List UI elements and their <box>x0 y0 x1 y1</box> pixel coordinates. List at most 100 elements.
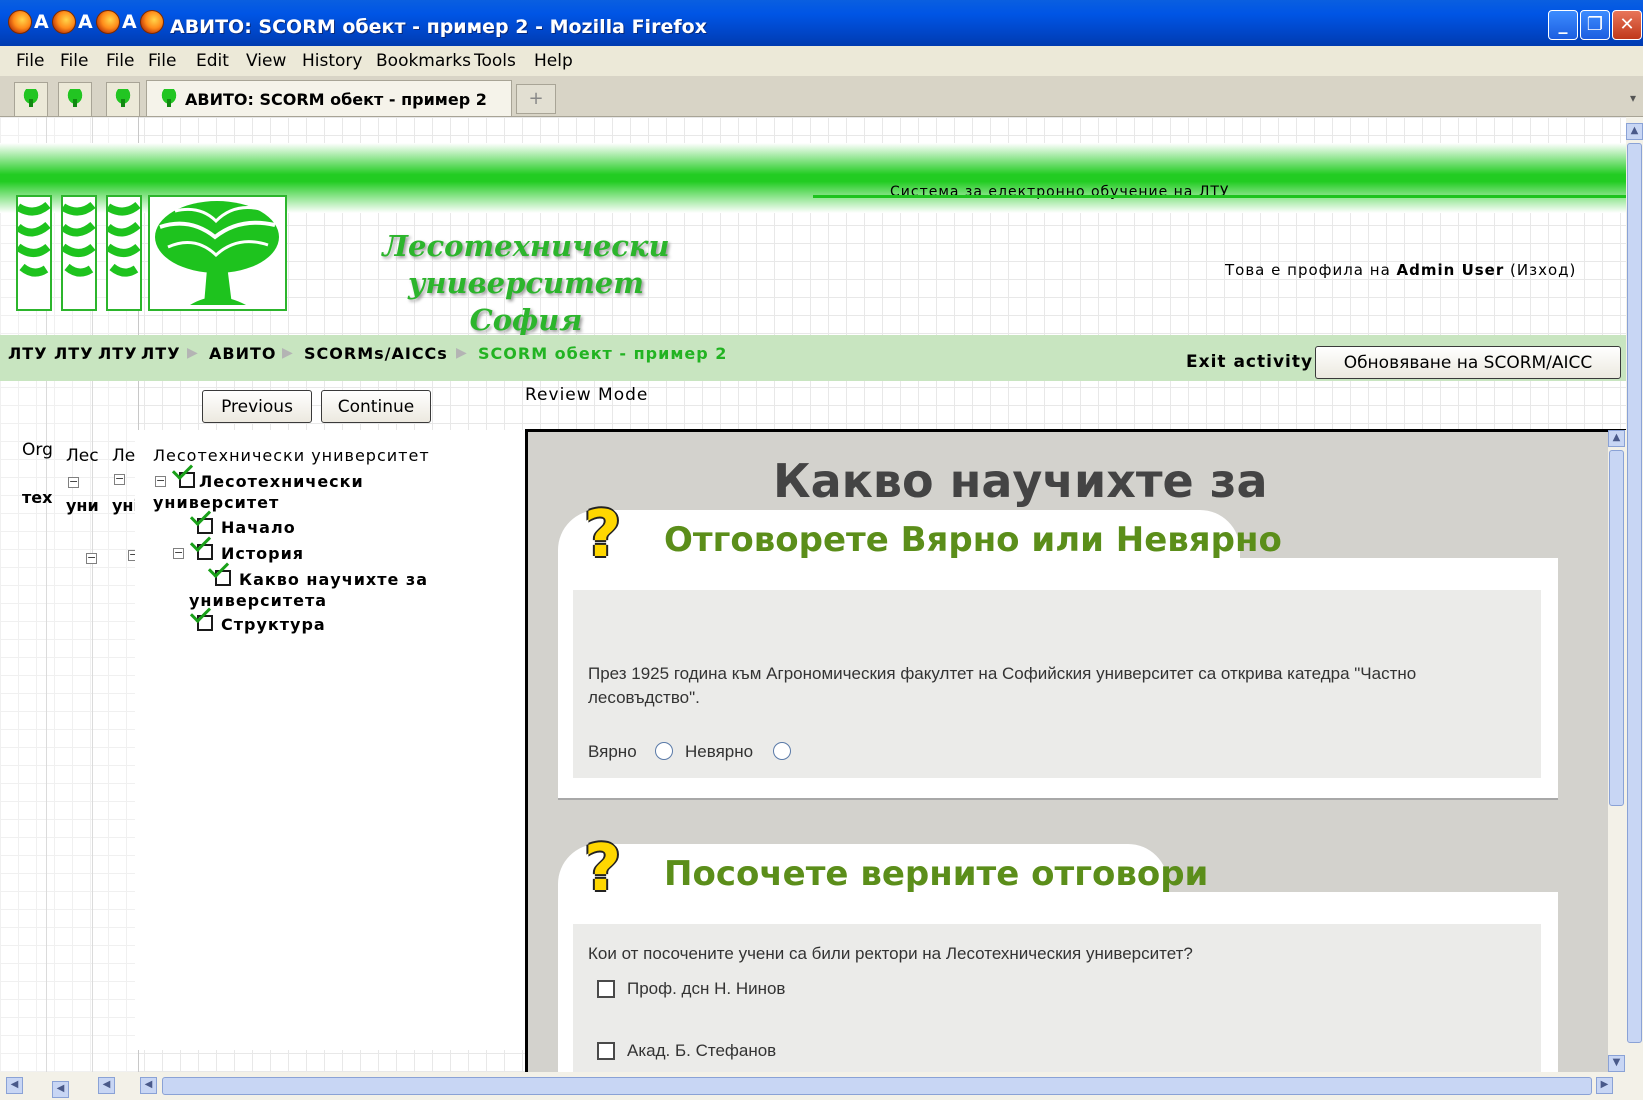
toc-item-istoriya[interactable]: История <box>221 543 304 564</box>
true-label: Вярно <box>588 742 637 761</box>
breadcrumb-stub[interactable]: ЛТУ <box>8 344 48 363</box>
collapse-icon[interactable]: − <box>68 476 79 488</box>
window-title: АВИТО: SCORM обект - пример 2 - Mozilla … <box>170 16 707 38</box>
firefox-icon <box>8 10 32 34</box>
question-text: През 1925 година към Агрономическия факу… <box>588 664 1417 707</box>
minimize-button[interactable]: _ <box>1548 10 1578 40</box>
false-label: Невярно <box>685 742 754 761</box>
logout-link[interactable]: (Изход) <box>1510 261 1576 279</box>
question-heading: Отговорете Вярно или Невярно <box>664 520 1282 560</box>
scroll-left-icon[interactable]: ◀ <box>140 1077 157 1094</box>
breadcrumb-item-avito[interactable]: АВИТО <box>209 344 276 363</box>
collapse-icon[interactable]: − <box>86 552 97 564</box>
menu-file[interactable]: File <box>148 51 176 71</box>
stacked-window-title-stub: А <box>78 11 93 33</box>
firefox-icon <box>140 10 164 34</box>
review-mode-label: Review Mode <box>525 385 649 405</box>
true-radio[interactable] <box>655 742 673 760</box>
firefox-icon <box>52 10 76 34</box>
university-name: Лесотехнически университет София <box>296 228 756 339</box>
answer-checkbox[interactable] <box>597 1042 615 1060</box>
university-name-line1: Лесотехнически университет <box>382 229 670 300</box>
horizontal-scrollbar[interactable]: ◀ ◀ ◀ ◀ ▶ <box>0 1072 1643 1100</box>
toc-stub-text: тех <box>22 488 53 507</box>
question-mark-icon: ? <box>584 498 622 572</box>
firefox-window: А А А АВИТО: SCORM обект - пример 2 - Mo… <box>0 0 1643 1100</box>
site-favicon <box>21 89 41 107</box>
stacked-tab[interactable] <box>14 82 48 116</box>
new-tab-button[interactable]: + <box>516 84 556 114</box>
title-bar[interactable]: А А А АВИТО: SCORM обект - пример 2 - Mo… <box>0 0 1643 46</box>
breadcrumb-separator-icon: ▶ <box>456 345 467 361</box>
site-favicon <box>159 89 179 107</box>
question-mark-icon: ? <box>584 832 622 906</box>
toc-item-university[interactable]: Лесотехнически университет <box>153 471 364 513</box>
content-scroll-thumb[interactable] <box>1609 450 1624 806</box>
stacked-tab[interactable] <box>106 82 140 116</box>
toc-item-struktura[interactable]: Структура <box>221 614 326 635</box>
minimize-icon: _ <box>1558 14 1568 35</box>
continue-button[interactable]: Continue <box>321 390 431 423</box>
page-scrollbar[interactable]: ▲ <box>1626 117 1643 1072</box>
university-logo <box>15 195 52 311</box>
menu-file-stub[interactable]: File <box>60 51 88 71</box>
restore-button[interactable]: ❐ <box>1580 10 1610 40</box>
university-tree-logo <box>148 195 287 311</box>
menu-file-stub[interactable]: File <box>106 51 134 71</box>
system-name-underline <box>813 195 1626 198</box>
scroll-right-icon[interactable]: ▶ <box>1596 1077 1613 1094</box>
scroll-left-icon[interactable]: ◀ <box>52 1081 69 1098</box>
university-name-line2: София <box>469 303 583 337</box>
answer-checkbox[interactable] <box>597 980 615 998</box>
stacked-window-title-stub: А <box>122 11 137 33</box>
menu-view[interactable]: View <box>246 51 286 71</box>
breadcrumb-stub[interactable]: ЛТУ <box>98 344 138 363</box>
menu-edit[interactable]: Edit <box>196 51 229 71</box>
toc-stub-text: Лес <box>66 446 99 466</box>
page-scroll-thumb[interactable] <box>1627 143 1642 1043</box>
menu-tools[interactable]: Tools <box>474 51 516 71</box>
toc-stub-text: уни <box>66 496 99 515</box>
user-info: Това е профила на Admin User (Изход) <box>1225 261 1576 279</box>
stacked-tab[interactable] <box>58 82 92 116</box>
false-radio[interactable] <box>773 742 791 760</box>
scroll-left-icon[interactable]: ◀ <box>6 1077 23 1094</box>
toc-item-kakvo-nauchihte[interactable]: Какво научихте за университета <box>189 569 428 611</box>
tab-list-dropdown-icon[interactable]: ▾ <box>1623 82 1643 114</box>
question-text: Кои от посочените учени са били ректори … <box>588 944 1193 963</box>
site-favicon <box>113 89 133 107</box>
scroll-left-icon[interactable]: ◀ <box>98 1077 115 1094</box>
breadcrumb-item-ltu[interactable]: ЛТУ <box>141 344 181 363</box>
toc-root: Лесотехнически университет <box>153 446 430 465</box>
scorm-content-frame: Какво научихте за университета ? Отговор… <box>525 429 1626 1072</box>
active-tab[interactable]: АВИТО: SCORM обект - пример 2 <box>146 80 512 116</box>
breadcrumb-stub[interactable]: ЛТУ <box>54 344 94 363</box>
toc-item-nachalo[interactable]: Начало <box>221 517 296 538</box>
collapse-icon[interactable]: − <box>173 547 184 559</box>
menu-history[interactable]: History <box>302 51 362 71</box>
menu-bookmarks[interactable]: Bookmarks <box>376 51 471 71</box>
close-icon: ✕ <box>1619 14 1635 35</box>
scroll-up-icon[interactable]: ▲ <box>1626 123 1643 140</box>
menu-file-stub[interactable]: File <box>16 51 44 71</box>
previous-button[interactable]: Previous <box>202 390 312 423</box>
question-inner: Кои от посочените учени са били ректори … <box>573 924 1541 1072</box>
content-scrollbar[interactable]: ▲ ▼ <box>1608 430 1626 1072</box>
menu-bar: File File File File Edit View History Bo… <box>0 46 1643 76</box>
profile-prefix: Това е профила на <box>1225 261 1391 279</box>
scroll-up-icon[interactable]: ▲ <box>1608 430 1625 447</box>
exit-activity-link[interactable]: Exit activity <box>1186 352 1313 372</box>
close-window-button[interactable]: ✕ <box>1612 10 1642 40</box>
horizontal-scroll-thumb[interactable] <box>162 1077 1592 1095</box>
breadcrumb-item-scorms[interactable]: SCORMs/AICCs <box>304 344 448 363</box>
update-scorm-button[interactable]: Обновяване на SCORM/AICC <box>1315 346 1621 379</box>
profile-user-link[interactable]: Admin User <box>1397 261 1505 279</box>
site-favicon <box>65 89 85 107</box>
menu-help[interactable]: Help <box>534 51 573 71</box>
breadcrumb-separator-icon: ▶ <box>187 345 198 361</box>
scroll-down-icon[interactable]: ▼ <box>1608 1055 1625 1072</box>
collapse-icon[interactable]: − <box>114 473 125 485</box>
question-inner: През 1925 година към Агрономическия факу… <box>573 590 1541 778</box>
firefox-icon <box>96 10 120 34</box>
breadcrumb-current: SCORM обект - пример 2 <box>478 344 728 363</box>
